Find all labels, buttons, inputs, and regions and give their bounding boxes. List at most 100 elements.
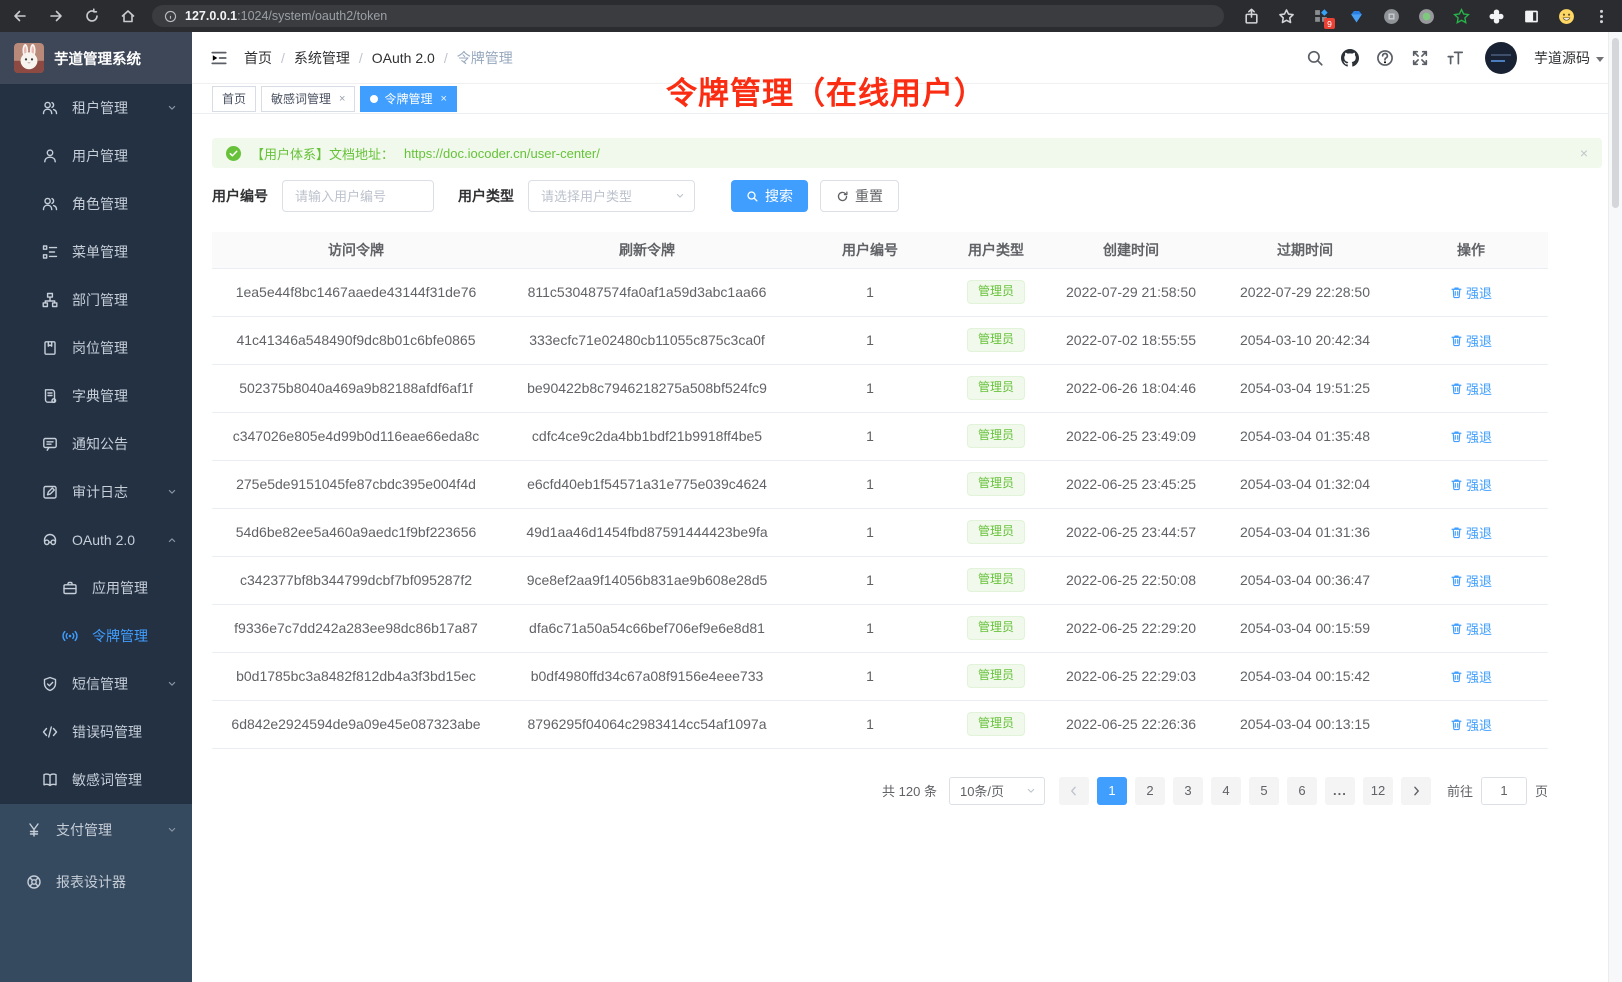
force-logout-button[interactable]: 强退 bbox=[1450, 475, 1492, 494]
search-button[interactable]: 搜索 bbox=[731, 180, 808, 212]
app-briefcase-icon bbox=[62, 580, 78, 596]
extension-grid-icon[interactable]: 9 bbox=[1312, 7, 1330, 25]
force-logout-button[interactable]: 强退 bbox=[1450, 427, 1492, 446]
reset-button[interactable]: 重置 bbox=[820, 180, 899, 212]
sidebar-item[interactable]: 角色管理 bbox=[0, 180, 192, 228]
page-ellipsis-button[interactable]: ... bbox=[1325, 777, 1355, 805]
fullscreen-icon[interactable] bbox=[1411, 49, 1429, 67]
sidebar-item[interactable]: 部门管理 bbox=[0, 276, 192, 324]
breadcrumb-item[interactable]: OAuth 2.0 bbox=[372, 50, 435, 66]
force-logout-button[interactable]: 强退 bbox=[1450, 619, 1492, 638]
sidebar-item[interactable]: 短信管理 bbox=[0, 660, 192, 708]
browser-back-button[interactable] bbox=[12, 8, 28, 24]
user-type-select[interactable] bbox=[528, 180, 695, 212]
sidebar-item[interactable]: 通知公告 bbox=[0, 420, 192, 468]
page-size-select[interactable] bbox=[949, 777, 1045, 805]
sidebar-item[interactable]: OAuth 2.0 bbox=[0, 516, 192, 564]
avatar[interactable] bbox=[1485, 42, 1517, 74]
force-logout-button[interactable]: 强退 bbox=[1450, 523, 1492, 542]
sidebar-item[interactable]: 敏感词管理 bbox=[0, 756, 192, 804]
action-cell: 强退 bbox=[1394, 652, 1548, 700]
command-extension-icon[interactable] bbox=[1382, 7, 1400, 25]
doc-link[interactable]: https://doc.iocoder.cn/user-center/ bbox=[404, 146, 600, 161]
sidebar-fold-icon[interactable] bbox=[210, 49, 228, 67]
view-tab[interactable]: 敏感词管理 × bbox=[261, 86, 355, 112]
green-star-extension-icon[interactable] bbox=[1452, 7, 1470, 25]
scrollbar-thumb[interactable] bbox=[1612, 38, 1619, 208]
tab-close-icon[interactable]: × bbox=[339, 93, 345, 105]
next-page-button[interactable] bbox=[1401, 777, 1431, 805]
user-menu[interactable]: 芋道源码 bbox=[1534, 48, 1604, 68]
search-icon[interactable] bbox=[1306, 49, 1324, 67]
sidebar-item[interactable]: 菜单管理 bbox=[0, 228, 192, 276]
sidebar-item[interactable]: 报表设计器 bbox=[0, 856, 192, 908]
gem-extension-icon[interactable] bbox=[1347, 7, 1365, 25]
tab-close-icon[interactable]: × bbox=[440, 93, 446, 105]
sidebar-item[interactable]: 岗位管理 bbox=[0, 324, 192, 372]
sidebar-item[interactable]: 应用管理 bbox=[0, 564, 192, 612]
sidebar-item[interactable]: 支付管理 bbox=[0, 804, 192, 856]
emoji-profile-icon[interactable] bbox=[1557, 7, 1575, 25]
address-bar[interactable]: 127.0.0.1:1024/system/oauth2/token bbox=[152, 5, 1224, 27]
alert-close-icon[interactable]: × bbox=[1580, 145, 1588, 161]
force-logout-button[interactable]: 强退 bbox=[1450, 571, 1492, 590]
menu-tree-icon bbox=[42, 244, 58, 260]
force-logout-button[interactable]: 强退 bbox=[1450, 715, 1492, 734]
sidebar-item-label: 租户管理 bbox=[72, 98, 128, 118]
access-token-cell: 41c41346a548490f9dc8b01c6bfe0865 bbox=[212, 316, 500, 364]
create-time-cell: 2022-07-02 18:55:55 bbox=[1046, 316, 1216, 364]
github-icon[interactable] bbox=[1341, 49, 1359, 67]
browser-forward-button[interactable] bbox=[48, 8, 64, 24]
sidebar-item[interactable]: 错误码管理 bbox=[0, 708, 192, 756]
force-logout-button[interactable]: 强退 bbox=[1450, 331, 1492, 350]
sidebar-item[interactable]: 字典管理 bbox=[0, 372, 192, 420]
page-button[interactable]: 5 bbox=[1249, 777, 1279, 805]
user-id-input[interactable] bbox=[282, 180, 434, 212]
access-token-cell: 6d842e2924594de9a09e45e087323abe bbox=[212, 700, 500, 748]
force-logout-button[interactable]: 强退 bbox=[1450, 379, 1492, 398]
create-time-cell: 2022-06-25 22:29:20 bbox=[1046, 604, 1216, 652]
browser-home-button[interactable] bbox=[120, 8, 136, 24]
page-button[interactable]: 6 bbox=[1287, 777, 1317, 805]
view-tab[interactable]: 首页 bbox=[212, 86, 256, 112]
create-time-cell: 2022-06-25 22:26:36 bbox=[1046, 700, 1216, 748]
browser-reload-button[interactable] bbox=[84, 8, 100, 24]
prev-page-button[interactable] bbox=[1059, 777, 1089, 805]
page-button[interactable]: 1 bbox=[1097, 777, 1127, 805]
table-row: 6d842e2924594de9a09e45e087323abe 8796295… bbox=[212, 700, 1548, 748]
oauth-icon bbox=[42, 532, 58, 548]
font-size-icon[interactable] bbox=[1446, 49, 1464, 67]
record-extension-icon[interactable] bbox=[1417, 7, 1435, 25]
side-panel-icon[interactable] bbox=[1522, 7, 1540, 25]
breadcrumb-item[interactable]: 系统管理 bbox=[294, 48, 350, 68]
browser-menu-icon[interactable] bbox=[1592, 7, 1610, 25]
share-icon[interactable] bbox=[1242, 7, 1260, 25]
force-logout-button[interactable]: 强退 bbox=[1450, 283, 1492, 302]
page-button[interactable]: 12 bbox=[1363, 777, 1393, 805]
page-button[interactable]: 4 bbox=[1211, 777, 1241, 805]
sidebar-item[interactable]: 用户管理 bbox=[0, 132, 192, 180]
sidebar-item[interactable]: 租户管理 bbox=[0, 84, 192, 132]
page-button[interactable]: 2 bbox=[1135, 777, 1165, 805]
refresh-token-cell: cdfc4ce9c2da4bb1bdf21b9918ff4be5 bbox=[500, 412, 794, 460]
sidebar-item[interactable]: 审计日志 bbox=[0, 468, 192, 516]
sidebar-item-label: 审计日志 bbox=[72, 482, 128, 502]
help-icon[interactable] bbox=[1376, 49, 1394, 67]
view-tab[interactable]: 令牌管理 × bbox=[360, 86, 456, 112]
goto-page-input[interactable] bbox=[1481, 777, 1527, 805]
bookmark-star-icon[interactable] bbox=[1277, 7, 1295, 25]
user-id-cell: 1 bbox=[794, 700, 946, 748]
expire-time-cell: 2054-03-04 00:15:59 bbox=[1216, 604, 1394, 652]
search-icon bbox=[746, 190, 759, 203]
page-button[interactable]: 3 bbox=[1173, 777, 1203, 805]
puzzle-extension-icon[interactable] bbox=[1487, 7, 1505, 25]
breadcrumb-item[interactable]: 首页 bbox=[244, 48, 272, 68]
browser-scrollbar[interactable] bbox=[1608, 32, 1622, 982]
table-row: f9336e7c7dd242a283ee98dc86b17a87 dfa6c71… bbox=[212, 604, 1548, 652]
sidebar-item[interactable]: 令牌管理 bbox=[0, 612, 192, 660]
force-logout-button[interactable]: 强退 bbox=[1450, 667, 1492, 686]
site-info-icon[interactable] bbox=[164, 10, 177, 23]
action-cell: 强退 bbox=[1394, 508, 1548, 556]
badge-icon bbox=[42, 340, 58, 356]
caret-down-icon bbox=[1596, 57, 1604, 62]
